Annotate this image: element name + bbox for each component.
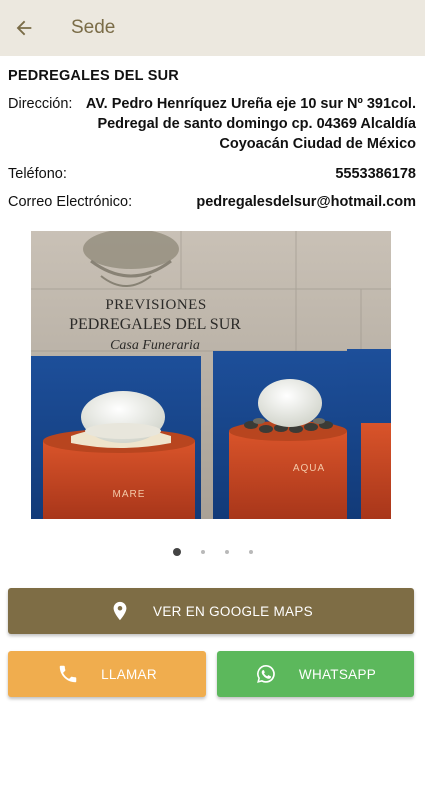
call-button[interactable]: LLAMAR <box>8 651 206 697</box>
sede-name: PEDREGALES DEL SUR <box>8 68 179 84</box>
phone-row: Teléfono: 5553386178 <box>8 166 416 182</box>
urn-label: MARE <box>113 489 146 500</box>
address-line: Coyoacán Ciudad de México <box>219 136 416 152</box>
email-value[interactable]: pedregalesdelsur@hotmail.com <box>196 194 416 210</box>
urn-label: AQUA <box>293 463 325 474</box>
back-button[interactable] <box>0 0 48 56</box>
google-maps-label: VER EN GOOGLE MAPS <box>153 603 313 619</box>
carousel-dot[interactable] <box>224 550 229 554</box>
sign-text: Casa Funeraria <box>110 338 200 353</box>
funeral-home-photo: PREVISIONES PEDREGALES DEL SUR Casa Fune… <box>31 231 391 519</box>
carousel-indicator <box>0 548 425 556</box>
sede-details: PEDREGALES DEL SUR Dirección: AV. Pedro … <box>8 68 416 210</box>
arrow-left-icon <box>16 20 32 36</box>
phone-label: Teléfono: <box>8 166 67 182</box>
carousel-dot[interactable] <box>172 548 181 556</box>
whatsapp-icon <box>256 665 275 683</box>
map-pin-icon <box>113 601 127 621</box>
phone-value[interactable]: 5553386178 <box>335 166 416 182</box>
app-bar: Sede <box>0 0 425 56</box>
whatsapp-label: WHATSAPP <box>298 666 377 682</box>
carousel-dot[interactable] <box>248 550 253 554</box>
whatsapp-button[interactable]: WHATSAPP <box>217 651 414 697</box>
address-label: Dirección: <box>8 96 73 112</box>
address-value: AV. Pedro Henríquez Ureña eje 10 sur Nº … <box>86 94 416 154</box>
email-label: Correo Electrónico: <box>8 194 133 210</box>
phone-icon <box>59 665 77 683</box>
sede-photo[interactable]: PREVISIONES PEDREGALES DEL SUR Casa Fune… <box>31 231 391 519</box>
address-row: Dirección: AV. Pedro Henríquez Ureña eje… <box>8 96 416 154</box>
sign-text: PREVISIONES <box>105 297 206 313</box>
page-title: Sede <box>71 17 116 38</box>
address-line: Pedregal de santo domingo cp. 04369 Alca… <box>97 116 416 132</box>
sign-text: PEDREGALES DEL SUR <box>69 316 241 333</box>
address-line: AV. Pedro Henríquez Ureña eje 10 sur Nº … <box>85 96 416 112</box>
google-maps-button[interactable]: VER EN GOOGLE MAPS <box>8 588 414 634</box>
carousel-dot[interactable] <box>200 550 205 554</box>
call-label: LLAMAR <box>101 666 157 682</box>
email-row: Correo Electrónico: pedregalesdelsur@hot… <box>8 194 416 210</box>
